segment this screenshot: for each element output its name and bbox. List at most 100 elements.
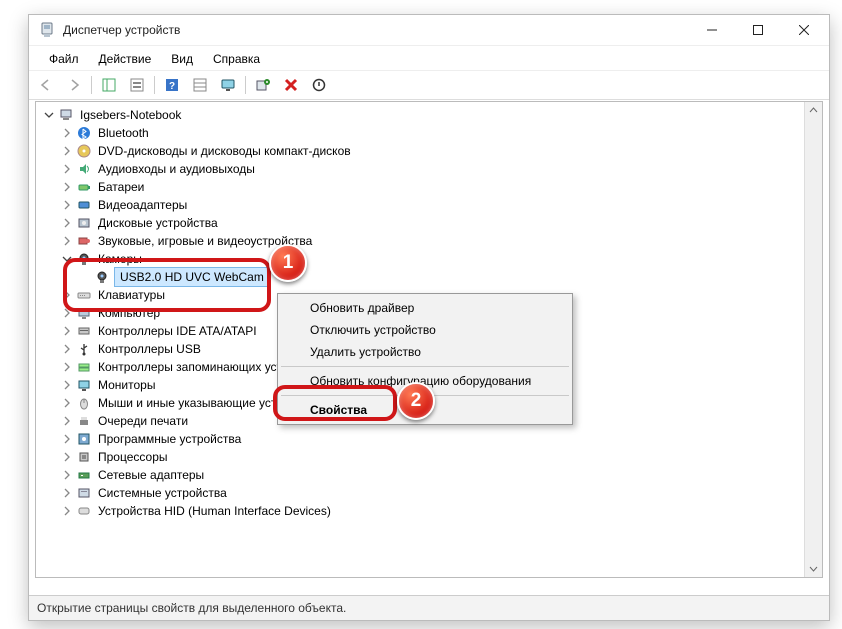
- window-title: Диспетчер устройств: [63, 23, 180, 37]
- category-icon: [76, 431, 92, 447]
- menu-view[interactable]: Вид: [161, 50, 203, 69]
- ctx-update-driver[interactable]: Обновить драйвер: [280, 297, 570, 319]
- tree-category[interactable]: Дисковые устройства: [42, 214, 822, 232]
- tree-category[interactable]: Батареи: [42, 178, 822, 196]
- ctx-scan-hardware[interactable]: Обновить конфигурацию оборудования: [280, 370, 570, 392]
- chevron-right-icon[interactable]: [60, 180, 74, 194]
- ctx-separator: [281, 366, 569, 367]
- show-hide-tree-button[interactable]: [96, 73, 122, 97]
- minimize-button[interactable]: [689, 15, 735, 45]
- tree-category[interactable]: DVD-дисководы и дисководы компакт-дисков: [42, 142, 822, 160]
- tree-category-label: Аудиовходы и аудиовыходы: [96, 160, 257, 178]
- tree-category-label: Устройства HID (Human Interface Devices): [96, 502, 333, 520]
- chevron-right-icon[interactable]: [60, 486, 74, 500]
- chevron-right-icon[interactable]: [60, 414, 74, 428]
- chevron-down-icon[interactable]: [42, 108, 56, 122]
- scan-hardware-button[interactable]: [250, 73, 276, 97]
- chevron-right-icon[interactable]: [60, 144, 74, 158]
- chevron-right-icon[interactable]: [60, 450, 74, 464]
- tree-root-label: Igsebers-Notebook: [78, 106, 183, 124]
- menu-action[interactable]: Действие: [89, 50, 162, 69]
- category-icon: [76, 215, 92, 231]
- chevron-right-icon[interactable]: [60, 234, 74, 248]
- chevron-right-icon[interactable]: [60, 288, 74, 302]
- chevron-right-icon[interactable]: [60, 198, 74, 212]
- title-bar: Диспетчер устройств: [29, 15, 829, 46]
- chevron-right-icon[interactable]: [60, 126, 74, 140]
- toolbar-separator: [91, 76, 92, 94]
- category-icon: [76, 179, 92, 195]
- help-button[interactable]: ?: [159, 73, 185, 97]
- window-controls: [689, 15, 827, 45]
- toolbar-separator: [245, 76, 246, 94]
- chevron-right-icon[interactable]: [60, 342, 74, 356]
- computer-icon: [58, 107, 74, 123]
- menu-file[interactable]: Файл: [39, 50, 89, 69]
- tree-category-label: Процессоры: [96, 448, 170, 466]
- tree-category-label: Батареи: [96, 178, 146, 196]
- tree-category[interactable]: Сетевые адаптеры: [42, 466, 822, 484]
- chevron-right-icon[interactable]: [60, 324, 74, 338]
- menu-help[interactable]: Справка: [203, 50, 270, 69]
- uninstall-button[interactable]: [278, 73, 304, 97]
- chevron-right-icon[interactable]: [60, 504, 74, 518]
- tree-category[interactable]: Устройства HID (Human Interface Devices): [42, 502, 822, 520]
- scroll-up-arrow[interactable]: [805, 102, 822, 119]
- forward-button[interactable]: [61, 73, 87, 97]
- chevron-right-icon[interactable]: [60, 468, 74, 482]
- chevron-right-icon[interactable]: [60, 432, 74, 446]
- category-icon: [76, 323, 92, 339]
- tree-category[interactable]: Камеры: [42, 250, 822, 268]
- tree-category-label: Камеры: [96, 250, 144, 268]
- category-icon: [76, 359, 92, 375]
- close-button[interactable]: [781, 15, 827, 45]
- status-text: Открытие страницы свойств для выделенног…: [37, 601, 346, 615]
- tree-category[interactable]: Процессоры: [42, 448, 822, 466]
- tree-category[interactable]: Звуковые, игровые и видеоустройства: [42, 232, 822, 250]
- status-bar: Открытие страницы свойств для выделенног…: [29, 595, 829, 620]
- tree-category[interactable]: Системные устройства: [42, 484, 822, 502]
- ctx-properties[interactable]: Свойства: [280, 399, 570, 421]
- category-icon: [76, 305, 92, 321]
- tree-category-label: Системные устройства: [96, 484, 229, 502]
- app-icon: [39, 22, 55, 38]
- svg-text:?: ?: [169, 81, 175, 92]
- chevron-down-icon[interactable]: [60, 252, 74, 266]
- category-icon: [76, 233, 92, 249]
- tree-category[interactable]: Аудиовходы и аудиовыходы: [42, 160, 822, 178]
- category-icon: [76, 413, 92, 429]
- tree-category[interactable]: Bluetooth: [42, 124, 822, 142]
- chevron-right-icon[interactable]: [60, 396, 74, 410]
- tree-category-label: Дисковые устройства: [96, 214, 220, 232]
- vertical-scrollbar[interactable]: [804, 102, 822, 577]
- chevron-right-icon[interactable]: [60, 216, 74, 230]
- maximize-button[interactable]: [735, 15, 781, 45]
- tree-category[interactable]: Видеоадаптеры: [42, 196, 822, 214]
- scroll-down-arrow[interactable]: [805, 560, 822, 577]
- category-icon: [76, 395, 92, 411]
- details-button[interactable]: [187, 73, 213, 97]
- category-icon: [76, 503, 92, 519]
- chevron-right-icon[interactable]: [60, 378, 74, 392]
- disable-button[interactable]: [306, 73, 332, 97]
- tree-device-selected[interactable]: USB2.0 HD UVC WebCam: [42, 268, 822, 286]
- ctx-uninstall-device[interactable]: Удалить устройство: [280, 341, 570, 363]
- ctx-disable-device[interactable]: Отключить устройство: [280, 319, 570, 341]
- tree-category[interactable]: Программные устройства: [42, 430, 822, 448]
- chevron-right-icon[interactable]: [60, 306, 74, 320]
- tree-category-label: DVD-дисководы и дисководы компакт-дисков: [96, 142, 353, 160]
- category-icon: [76, 125, 92, 141]
- tree-category-label: Мониторы: [96, 376, 157, 394]
- back-button[interactable]: [33, 73, 59, 97]
- chevron-right-icon[interactable]: [60, 360, 74, 374]
- tree-category-label: Звуковые, игровые и видеоустройства: [96, 232, 314, 250]
- category-icon: [76, 467, 92, 483]
- chevron-right-icon[interactable]: [60, 162, 74, 176]
- category-icon: [76, 197, 92, 213]
- tree-category-label: Bluetooth: [96, 124, 151, 142]
- tree-category-label: Сетевые адаптеры: [96, 466, 206, 484]
- tree-device-label: USB2.0 HD UVC WebCam: [114, 267, 270, 287]
- monitor-button[interactable]: [215, 73, 241, 97]
- tree-root[interactable]: Igsebers-Notebook: [42, 106, 822, 124]
- properties-button[interactable]: [124, 73, 150, 97]
